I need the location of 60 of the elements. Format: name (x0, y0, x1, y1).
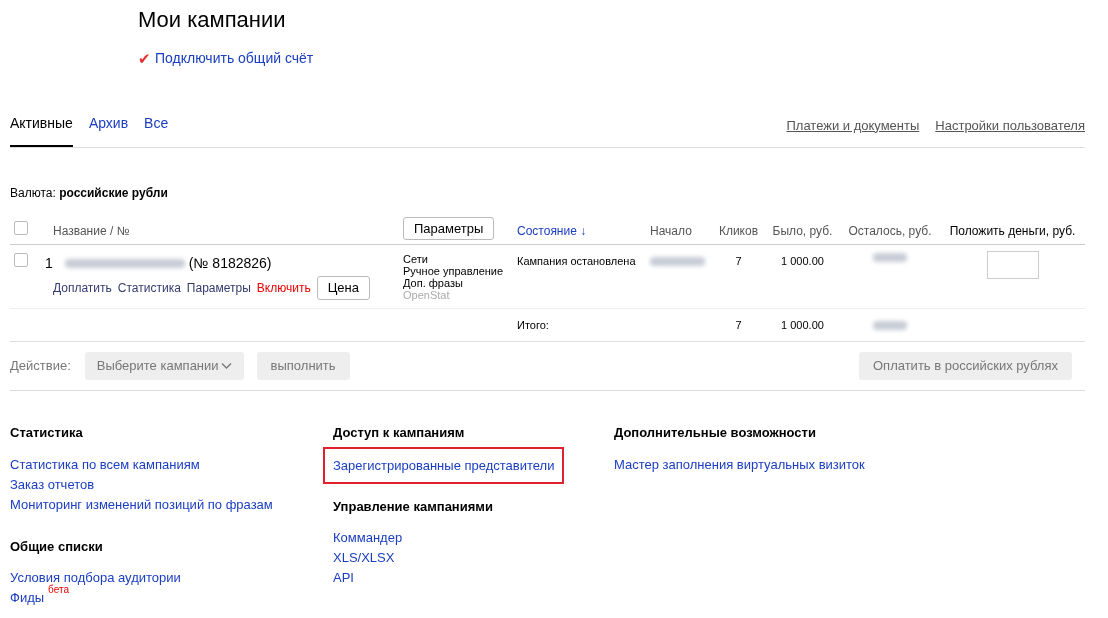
params-button[interactable]: Параметры (403, 217, 495, 240)
footer-link[interactable]: Мониторинг изменений позиций по фразам (10, 494, 273, 514)
campaign-select[interactable]: Выберите кампании (84, 352, 244, 380)
checkbox[interactable] (14, 253, 28, 267)
total-clicks: 7 (735, 318, 742, 331)
chevron-down-icon (220, 362, 232, 370)
tab[interactable]: Все (144, 113, 169, 147)
campaign-action-link[interactable]: Включить (256, 279, 311, 297)
section-heading: Управление кампаниями (333, 497, 494, 516)
footer-link[interactable]: Фиды (10, 588, 45, 608)
total-label: Итого: (517, 318, 549, 331)
tab[interactable]: Активные (10, 113, 73, 147)
beta-label: бета (48, 585, 69, 595)
column-header: Было, руб. (772, 224, 833, 238)
checkbox[interactable] (14, 221, 28, 235)
column-header: Название / № (53, 224, 130, 238)
strategy-text: Ручное управление (403, 265, 505, 277)
strategy-text: OpenStat (403, 289, 451, 301)
footer-link[interactable]: Статистика по всем кампаниям (10, 454, 200, 474)
strategy-text: Доп. фразы (403, 277, 464, 289)
connect-account-link[interactable]: Подключить общий счёт (155, 48, 314, 69)
campaign-action-link[interactable]: Статистика (117, 279, 181, 297)
execute-button[interactable]: выполнить (256, 352, 350, 380)
column-header: Кликов (718, 224, 759, 238)
check-icon: ✔ (138, 51, 151, 66)
status-text: Кампания остановлена (517, 255, 636, 267)
row-index: 1 (45, 254, 53, 273)
campaign-action-link[interactable]: Параметры (186, 279, 251, 297)
blurred-text (873, 320, 907, 330)
section-heading: Статистика (10, 424, 84, 442)
column-header: Начало (650, 224, 692, 238)
section-heading: Доступ к кампаниям (333, 424, 466, 442)
pay-button[interactable]: Оплатить в российских рублях (859, 352, 1072, 380)
footer-link[interactable]: Коммандер (333, 528, 403, 548)
spent-value: 1 000.00 (781, 255, 824, 267)
price-button[interactable]: Цена (316, 276, 370, 300)
column-header: Положить деньги, руб. (949, 224, 1076, 238)
strategy-text: Сети (403, 253, 429, 265)
campaign-number: (№ 8182826) (188, 254, 272, 273)
campaign-action-link[interactable]: Доплатить (53, 279, 112, 297)
header-link[interactable]: Платежи и документы (786, 115, 920, 135)
tab[interactable]: Архив (88, 113, 129, 147)
currency-label: Валюта: российские рубли (10, 185, 169, 202)
footer-link[interactable]: API (333, 568, 354, 588)
column-header[interactable]: Состояние ↓ (517, 224, 587, 238)
footer-link[interactable]: Заказ отчетов (10, 474, 95, 494)
action-label: Действие: (10, 357, 71, 376)
footer-link[interactable]: Мастер заполнения виртуальных визиток (614, 454, 865, 474)
section-heading: Дополнительные возможности (614, 424, 817, 442)
footer-link[interactable]: Зарегистрированные представители (323, 446, 565, 484)
deposit-input[interactable] (986, 251, 1039, 279)
page-title: Мои кампании (138, 7, 287, 33)
section-heading: Общие списки (10, 537, 104, 556)
clicks-value: 7 (735, 255, 742, 267)
column-header: Осталось, руб. (848, 224, 932, 238)
header-link[interactable]: Настройки пользователя (935, 115, 1085, 135)
blurred-text (873, 253, 907, 262)
blurred-text (650, 257, 705, 266)
total-spent: 1 000.00 (781, 318, 824, 331)
footer-link[interactable]: XLS/XLSX (333, 548, 395, 568)
